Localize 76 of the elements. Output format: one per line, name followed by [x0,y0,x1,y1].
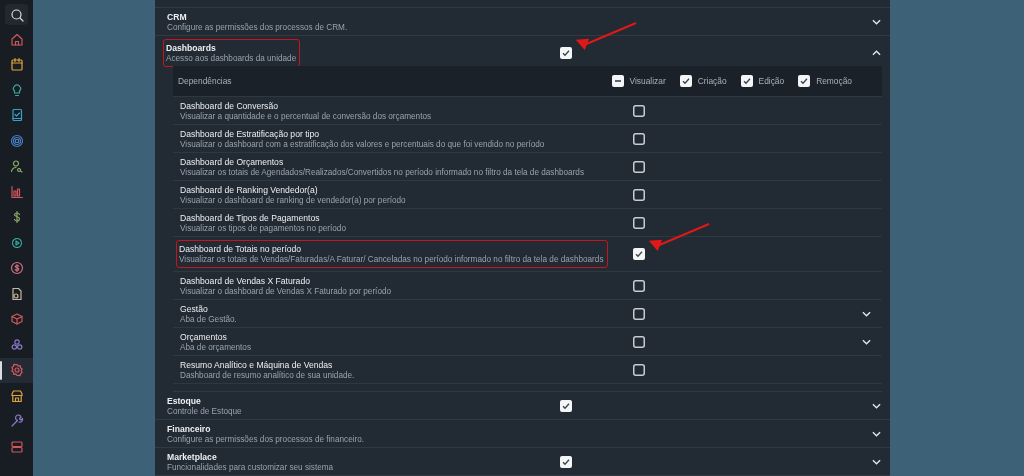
permission-description: Dashboard de resumo analítico de sua unidade. [180,370,355,380]
chevron-down-icon[interactable] [871,458,881,465]
server-icon [9,439,24,454]
permission-description: Funcionalidades para customizar seu sistema [167,462,334,472]
permission-title: Orçamentos [180,331,227,342]
permission-description: Visualizar o dashboard com a estratificação dos valores e percentuais do que foi vendido no período [180,139,545,149]
permission-description: Visualizar o dashboard de Vendas X Faturado por período [180,286,392,296]
chevron-down-icon[interactable] [861,338,871,345]
permission-description: Controle de Estoque [167,406,242,416]
column-label: Criação [697,76,727,86]
checkbox[interactable] [633,279,645,292]
checkbox[interactable] [633,188,645,201]
checkbox[interactable] [633,248,645,260]
calendar-icon [9,57,24,72]
permission-title: Gestão [180,303,208,314]
checkbox[interactable] [633,335,645,348]
user-icon [9,159,24,174]
permission-description: Acesso aos dashboards da unidade [166,54,297,63]
search-button[interactable] [5,4,28,25]
package-icon [9,312,24,327]
checkbox[interactable] [633,307,645,320]
bar-chart-icon [9,184,24,199]
permission-title: Dashboards [166,43,216,53]
circles-icon [9,337,24,352]
dependencies-label: Dependências [178,76,233,86]
settings-icon [9,363,24,378]
permission-description: Aba de orçamentos [180,342,251,352]
checkbox[interactable] [611,75,624,87]
permission-title: Dashboard de Ranking Vendedor(a) [180,184,318,195]
permission-title: Marketplace [167,451,217,462]
permission-description: Visualizar a quantidade e o percentual de conversão dos orçamentos [180,111,432,121]
target-icon [9,133,24,148]
wrench-icon [9,414,24,429]
checkbox[interactable] [633,363,645,376]
checkbox[interactable] [560,47,572,59]
permission-title: CRM [167,11,187,22]
permission-description: Visualizar os tipos de pagamentos no período [180,223,346,233]
chevron-down-icon[interactable] [871,18,881,25]
chevron-down-icon[interactable] [861,310,871,317]
checkbox[interactable] [633,216,645,229]
column-label: Visualizar [629,76,666,86]
checkbox[interactable] [740,75,753,87]
chevron-up-icon[interactable] [871,50,881,56]
permission-title: Dashboard de Estratificação por tipo [180,128,319,139]
permission-description: Visualizar o dashboard de ranking de vendedor(a) por período [180,195,406,205]
chevron-down-icon[interactable] [871,430,881,437]
column-label: Edição [758,76,785,86]
checkbox[interactable] [798,75,811,87]
permission-title: Dashboard de Vendas X Faturado [180,275,310,286]
permission-description: Visualizar os totais de Vendas/Faturadas/A Faturar/ Canceladas no período informado no filtro da tela de dashboards [179,255,604,264]
checkbox[interactable] [633,104,645,117]
sidebar-item[interactable] [0,357,33,383]
notebook-icon [9,108,24,123]
permission-title: Dashboard de Conversão [180,100,278,111]
permission-title: Resumo Analítico e Máquina de Vendas [180,359,333,370]
permission-description: Configure as permissões dos processos de financeiro. [167,434,365,444]
store-icon [9,388,24,403]
checkbox[interactable] [633,160,645,173]
permission-description: Visualizar os totais de Agendados/Realizados/Convertidos no período informado no filtro da tela de dashboards [180,167,585,177]
checkbox[interactable] [633,132,645,145]
permission-title: Estoque [167,395,201,406]
permission-description: Aba de Gestão. [180,314,237,324]
chevron-down-icon[interactable] [871,402,881,409]
coin-icon [9,261,24,276]
checkbox[interactable] [679,75,692,87]
checkbox[interactable] [560,455,572,468]
checkbox[interactable] [560,399,572,412]
permission-title: Dashboard de Totais no período [179,244,302,254]
column-label: Remoção [816,76,852,86]
permission-title: Financeiro [167,423,211,434]
permission-title: Dashboard de Tipos de Pagamentos [180,212,320,223]
document-icon [9,286,24,301]
search-icon [9,7,24,22]
permission-title: Dashboard de Orçamentos [180,156,284,167]
house-icon [9,31,24,46]
permission-description: Configure as permissões dos processos de CRM. [167,22,348,32]
